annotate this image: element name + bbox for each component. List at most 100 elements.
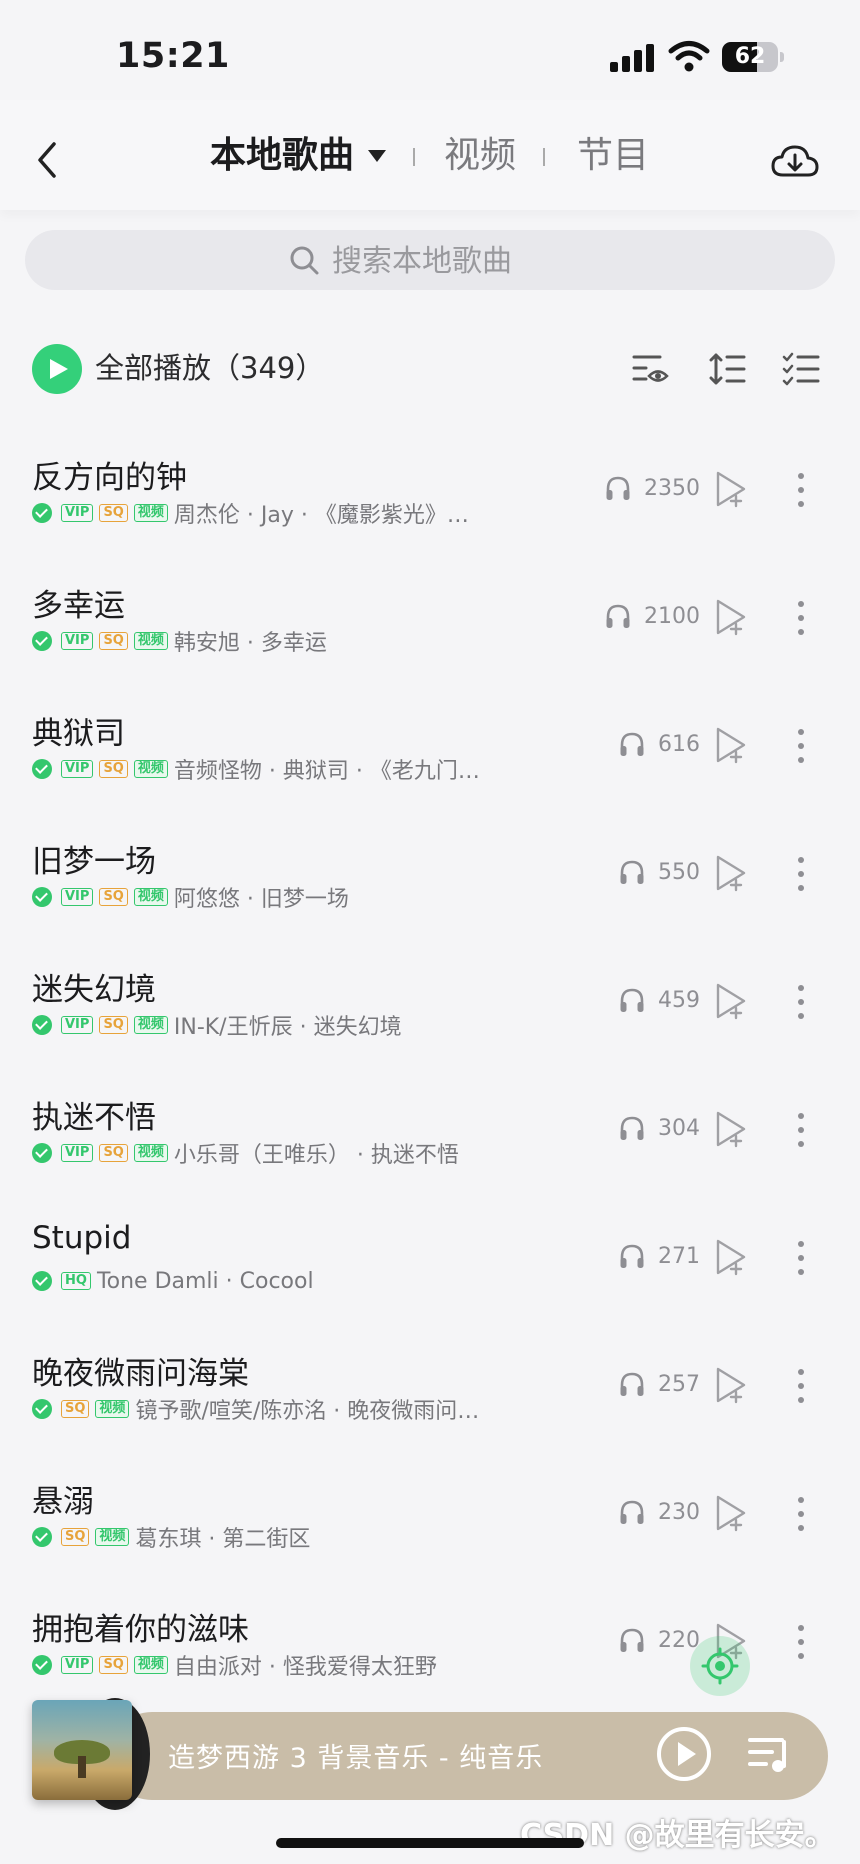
tab-divider <box>543 148 545 166</box>
chevron-left-icon[interactable] <box>32 140 62 180</box>
song-title[interactable]: 晚夜微雨问海棠 <box>32 1348 249 1393</box>
song-row[interactable]: 反方向的钟 VIP SQ 视频 周杰伦 · Jay · 《魔影紫光》… 2350 <box>0 432 860 560</box>
headphones-icon <box>606 476 630 500</box>
song-title[interactable]: 反方向的钟 <box>32 452 187 497</box>
add-to-playlist-icon[interactable] <box>714 1110 748 1148</box>
artist-album-text: 小乐哥（王唯乐） · 执迷不悟 <box>173 1143 459 1168</box>
play-count: 230 <box>580 1498 700 1526</box>
song-meta: HQ Tone Damli · Cocool <box>32 1266 314 1296</box>
song-meta: SQ 视频 镜予歌/喧笑/陈亦洺 · 晚夜微雨问… <box>32 1394 479 1424</box>
add-to-playlist-icon[interactable] <box>714 726 748 764</box>
song-meta: VIP SQ 视频 韩安旭 · 多幸运 <box>32 626 327 656</box>
song-title[interactable]: 旧梦一场 <box>32 836 156 881</box>
play-icon[interactable] <box>656 1726 712 1782</box>
battery-indicator: 62 <box>722 42 784 72</box>
quality-badge: SQ <box>99 504 128 522</box>
song-row[interactable]: 迷失幻境 VIP SQ 视频 IN-K/王忻辰 · 迷失幻境 459 <box>0 944 860 1072</box>
locate-current-song-button[interactable] <box>690 1636 750 1696</box>
tab-local-songs[interactable]: 本地歌曲 <box>210 134 354 178</box>
artist-album-text: IN-K/王忻辰 · 迷失幻境 <box>173 1015 402 1040</box>
play-count-value: 257 <box>658 1371 700 1397</box>
song-row[interactable]: 执迷不悟 VIP SQ 视频 小乐哥（王唯乐） · 执迷不悟 304 <box>0 1072 860 1200</box>
song-row[interactable]: 旧梦一场 VIP SQ 视频 阿悠悠 · 旧梦一场 550 <box>0 816 860 944</box>
song-title[interactable]: Stupid <box>32 1220 131 1256</box>
more-options-icon[interactable] <box>793 1622 809 1662</box>
song-row[interactable]: 悬溺 SQ 视频 葛东琪 · 第二街区 230 <box>0 1456 860 1584</box>
target-icon <box>701 1647 739 1685</box>
cloud-download-icon[interactable] <box>770 142 820 180</box>
add-to-playlist-icon[interactable] <box>714 1494 748 1532</box>
cellular-signal-icon <box>610 44 654 72</box>
playlist-icon[interactable] <box>748 1734 792 1774</box>
song-title[interactable]: 悬溺 <box>32 1476 94 1521</box>
now-playing-title[interactable]: 造梦西游 3 背景音乐 - 纯音乐 <box>168 1736 543 1775</box>
sort-icon[interactable] <box>708 352 746 386</box>
play-all-button[interactable] <box>32 344 82 394</box>
headphones-icon <box>620 1244 644 1268</box>
add-to-playlist-icon[interactable] <box>714 598 748 636</box>
search-input[interactable] <box>332 236 752 286</box>
quality-badge: 视频 <box>133 760 168 778</box>
more-options-icon[interactable] <box>793 854 809 894</box>
play-count-value: 616 <box>658 731 700 757</box>
play-all-label[interactable]: 全部播放（349） <box>95 348 324 388</box>
visibility-filter-icon[interactable] <box>632 352 670 386</box>
more-options-icon[interactable] <box>793 1366 809 1406</box>
song-title[interactable]: 典狱司 <box>32 708 125 753</box>
play-count: 257 <box>580 1370 700 1398</box>
downloaded-check-icon <box>32 631 52 651</box>
song-title[interactable]: 执迷不悟 <box>32 1092 156 1137</box>
quality-badge: SQ <box>99 632 128 650</box>
quality-badge: SQ <box>99 1656 128 1674</box>
add-to-playlist-icon[interactable] <box>714 854 748 892</box>
artist-album-text: 周杰伦 · Jay · 《魔影紫光》… <box>173 503 469 528</box>
wifi-icon <box>668 41 710 72</box>
add-to-playlist-icon[interactable] <box>714 1366 748 1404</box>
play-count: 271 <box>580 1242 700 1270</box>
quality-badge: 视频 <box>95 1400 130 1418</box>
artist-album-text: 阿悠悠 · 旧梦一场 <box>173 887 349 912</box>
artist-album-text: 葛东琪 · 第二街区 <box>135 1527 311 1552</box>
play-count: 459 <box>580 986 700 1014</box>
more-options-icon[interactable] <box>793 598 809 638</box>
play-count-value: 550 <box>658 859 700 885</box>
more-options-icon[interactable] <box>793 982 809 1022</box>
search-icon <box>290 246 319 275</box>
play-count: 616 <box>580 730 700 758</box>
song-row[interactable]: 晚夜微雨问海棠 SQ 视频 镜予歌/喧笑/陈亦洺 · 晚夜微雨问… 257 <box>0 1328 860 1456</box>
status-time: 15:21 <box>116 36 230 76</box>
quality-badge: VIP <box>61 1144 94 1162</box>
play-count-value: 459 <box>658 987 700 1013</box>
add-to-playlist-icon[interactable] <box>714 982 748 1020</box>
more-options-icon[interactable] <box>793 726 809 766</box>
multi-select-icon[interactable] <box>782 352 820 386</box>
home-indicator[interactable] <box>276 1838 584 1848</box>
tab-program[interactable]: 节目 <box>577 134 649 178</box>
add-to-playlist-icon[interactable] <box>714 1238 748 1276</box>
song-title[interactable]: 多幸运 <box>32 580 125 625</box>
song-row[interactable]: 典狱司 VIP SQ 视频 音频怪物 · 典狱司 · 《老九门… 616 <box>0 688 860 816</box>
play-count-value: 220 <box>658 1627 700 1653</box>
tab-video[interactable]: 视频 <box>444 134 516 178</box>
quality-badge: SQ <box>61 1400 90 1418</box>
add-to-playlist-icon[interactable] <box>714 470 748 508</box>
artist-album-text: 镜予歌/喧笑/陈亦洺 · 晚夜微雨问… <box>135 1399 480 1424</box>
song-meta: VIP SQ 视频 IN-K/王忻辰 · 迷失幻境 <box>32 1010 402 1040</box>
song-title[interactable]: 拥抱着你的滋味 <box>32 1604 249 1649</box>
more-options-icon[interactable] <box>793 470 809 510</box>
play-count: 220 <box>580 1626 700 1654</box>
song-title[interactable]: 迷失幻境 <box>32 964 156 1009</box>
play-count-value: 271 <box>658 1243 700 1269</box>
headphones-icon <box>620 988 644 1012</box>
artist-album-text: 自由派对 · 怪我爱得太狂野 <box>173 1655 437 1680</box>
album-cover[interactable] <box>32 1700 132 1800</box>
song-row[interactable]: Stupid HQ Tone Damli · Cocool 271 <box>0 1200 860 1328</box>
song-row[interactable]: 多幸运 VIP SQ 视频 韩安旭 · 多幸运 2100 <box>0 560 860 688</box>
more-options-icon[interactable] <box>793 1238 809 1278</box>
headphones-icon <box>620 1116 644 1140</box>
play-icon <box>50 359 68 379</box>
dropdown-caret-icon[interactable] <box>368 150 386 162</box>
quality-badge: 视频 <box>95 1528 130 1546</box>
more-options-icon[interactable] <box>793 1494 809 1534</box>
more-options-icon[interactable] <box>793 1110 809 1150</box>
